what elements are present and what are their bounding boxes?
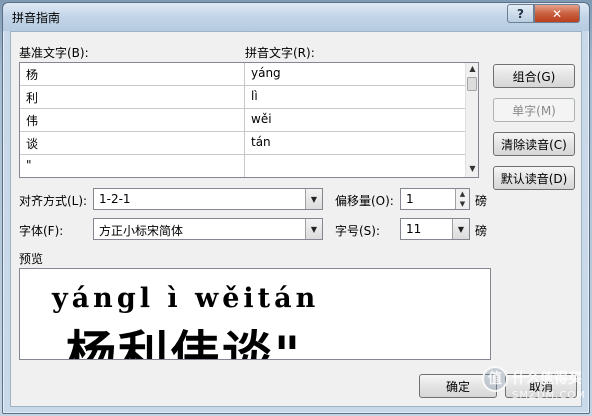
pinyin-cell[interactable]: lì <box>245 86 467 109</box>
preview-hanzi: 杨利伟谈" <box>66 325 303 360</box>
close-icon: ✕ <box>551 6 563 21</box>
font-select[interactable]: 方正小标宋简体 ▼ <box>93 218 323 240</box>
preview-label: 预览 <box>19 252 44 266</box>
base-cell[interactable]: 伟 <box>20 109 245 132</box>
ok-button[interactable]: 确定 <box>419 374 497 398</box>
pinyin-cell[interactable]: tán <box>245 132 467 155</box>
offset-unit: 磅 <box>475 194 488 208</box>
size-select[interactable]: 11 ▼ <box>400 218 470 240</box>
table-row: 谈 tán <box>20 132 467 155</box>
base-cell[interactable]: " <box>20 155 245 177</box>
font-value: 方正小标宋简体 <box>99 224 184 238</box>
preview-pane: yángl ì wěitán 杨利伟谈" <box>19 268 491 360</box>
offset-label: 偏移量(O): <box>335 194 394 208</box>
pinyin-text-label: 拼音文字(R): <box>245 46 315 60</box>
size-value: 11 <box>406 222 422 236</box>
phonetic-grid: 杨 yáng 利 lì 伟 wěi 谈 tán " ▲ ▼ <box>19 62 479 178</box>
size-unit: 磅 <box>475 224 488 238</box>
clear-reading-button[interactable]: 清除读音(C) <box>493 132 575 156</box>
base-cell[interactable]: 杨 <box>20 63 245 86</box>
pinyin-cell[interactable]: yáng <box>245 63 467 86</box>
pinyin-cell[interactable] <box>245 155 467 177</box>
chevron-down-icon[interactable]: ▼ <box>305 189 322 209</box>
scroll-thumb[interactable] <box>467 77 477 91</box>
table-row: 伟 wěi <box>20 109 467 132</box>
help-button[interactable]: ? <box>507 4 534 23</box>
default-reading-button[interactable]: 默认读音(D) <box>493 166 575 190</box>
spin-down-icon[interactable]: ▼ <box>456 199 469 209</box>
size-label: 字号(S): <box>335 224 381 238</box>
chevron-down-icon[interactable]: ▼ <box>452 219 469 239</box>
base-cell[interactable]: 利 <box>20 86 245 109</box>
table-row: " <box>20 155 467 177</box>
pinyin-cell[interactable]: wěi <box>245 109 467 132</box>
alignment-select[interactable]: 1-2-1 ▼ <box>93 188 323 210</box>
title-bar[interactable]: 拼音指南 ? ✕ <box>3 3 589 31</box>
alignment-label: 对齐方式(L): <box>19 194 88 208</box>
offset-spinner[interactable]: 1 ▲ ▼ <box>400 188 470 210</box>
chevron-down-icon[interactable]: ▼ <box>305 219 322 239</box>
help-icon: ? <box>517 6 524 21</box>
base-text-label: 基准文字(B): <box>19 46 89 60</box>
dialog-body: 基准文字(B): 拼音文字(R): 杨 yáng 利 lì 伟 wěi 谈 tá… <box>10 31 582 407</box>
single-char-button[interactable]: 单字(M) <box>493 98 575 122</box>
preview-pinyin: yángl ì wěitán <box>52 283 320 314</box>
offset-value: 1 <box>406 192 414 206</box>
scroll-down-icon[interactable]: ▼ <box>467 164 478 176</box>
group-button[interactable]: 组合(G) <box>493 64 575 88</box>
table-row: 杨 yáng <box>20 63 467 86</box>
grid-scrollbar[interactable]: ▲ ▼ <box>465 63 478 177</box>
base-cell[interactable]: 谈 <box>20 132 245 155</box>
close-button[interactable]: ✕ <box>534 4 580 23</box>
alignment-value: 1-2-1 <box>99 192 131 206</box>
spinner-arrows[interactable]: ▲ ▼ <box>455 189 469 209</box>
dialog-title: 拼音指南 <box>12 11 61 25</box>
font-label: 字体(F): <box>19 224 64 238</box>
spin-up-icon[interactable]: ▲ <box>456 189 469 199</box>
cancel-button[interactable]: 取消 <box>505 374 577 398</box>
scroll-up-icon[interactable]: ▲ <box>467 64 478 76</box>
table-row: 利 lì <box>20 86 467 109</box>
phonetic-guide-dialog: 拼音指南 ? ✕ 基准文字(B): 拼音文字(R): 杨 yáng 利 lì 伟… <box>2 2 590 414</box>
